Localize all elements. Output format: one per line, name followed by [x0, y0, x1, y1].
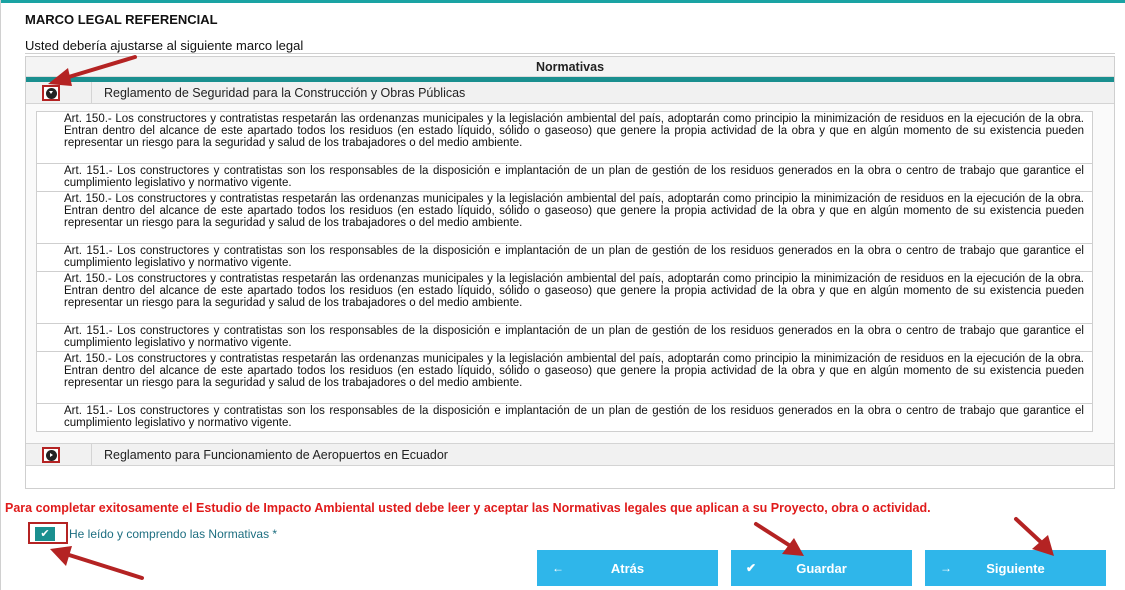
article-item: Art. 151.- Los constructores y contratis… — [36, 324, 1093, 352]
article-item: Art. 150.- Los constructores y contratis… — [36, 352, 1093, 404]
accordion-label: Reglamento para Funcionamiento de Aeropu… — [104, 448, 448, 462]
accordion-label: Reglamento de Seguridad para la Construc… — [104, 86, 466, 100]
save-button-label: Guardar — [796, 561, 847, 576]
chevron-right-icon — [46, 450, 57, 461]
annotation-arrow-icon — [1014, 517, 1054, 556]
next-button-label: Siguiente — [986, 561, 1045, 576]
accordion-header-aeropuertos[interactable]: Reglamento para Funcionamiento de Aeropu… — [26, 444, 1114, 466]
accordion-header-construccion[interactable]: Reglamento de Seguridad para la Construc… — [26, 82, 1114, 104]
annotation-arrow-icon — [48, 55, 137, 86]
checkmark-icon: ✔ — [40, 528, 50, 540]
annotation-arrow-icon — [754, 522, 804, 556]
article-item: Art. 150.- Los constructores y contratis… — [36, 112, 1093, 164]
article-item: Art. 151.- Los constructores y contratis… — [36, 164, 1093, 192]
normativas-panel: Normativas Reglamento de Seguridad para … — [25, 56, 1115, 489]
panel-title: Normativas — [26, 57, 1114, 77]
articles-list: Art. 150.- Los constructores y contratis… — [36, 111, 1093, 432]
back-button-label: Atrás — [610, 561, 645, 576]
acceptance-warning: Para completar exitosamente el Estudio d… — [5, 501, 931, 515]
article-item: Art. 150.- Los constructores y contratis… — [36, 192, 1093, 244]
article-item: Art. 150.- Los constructores y contratis… — [36, 272, 1093, 324]
accordion-divider — [91, 444, 92, 466]
expand-toggle-button[interactable] — [42, 447, 60, 463]
article-item: Art. 151.- Los constructores y contratis… — [36, 244, 1093, 272]
section-title: MARCO LEGAL REFERENCIAL — [25, 12, 218, 27]
top-rule — [0, 0, 1125, 3]
article-item: Art. 151.- Los constructores y contratis… — [36, 404, 1093, 432]
acceptance-checkbox[interactable]: ✔ — [35, 527, 55, 541]
left-rule — [0, 0, 1, 590]
acceptance-label[interactable]: He leído y comprendo las Normativas * — [69, 527, 277, 541]
back-button[interactable]: ← Atrás — [537, 550, 718, 586]
subtitle-divider — [25, 53, 1115, 54]
accordion-body-construccion: Art. 150.- Los constructores y contratis… — [26, 104, 1114, 444]
section-subtitle: Usted debería ajustarse al siguiente mar… — [25, 38, 304, 53]
annotation-arrow-icon — [50, 546, 144, 580]
